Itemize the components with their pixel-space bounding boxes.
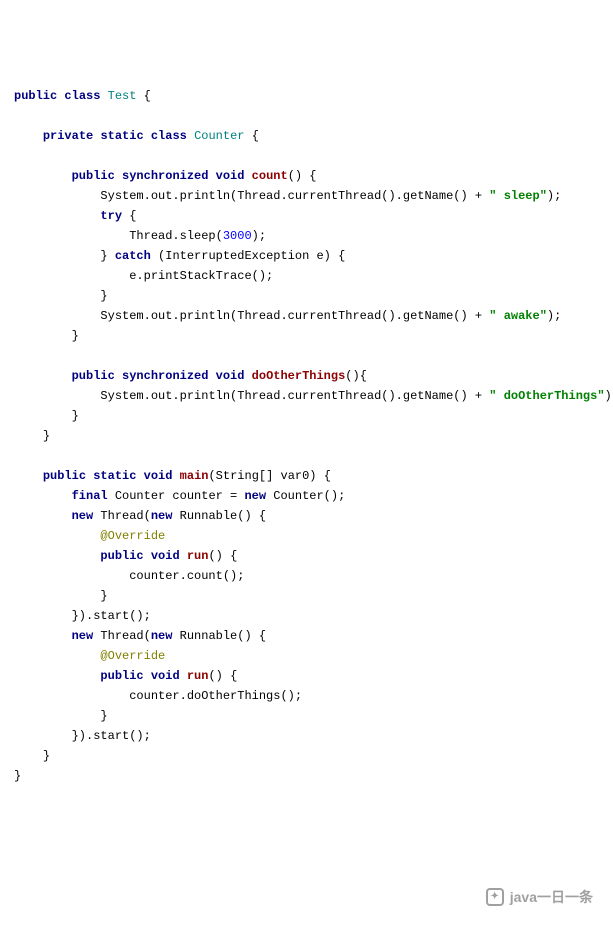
brace-open: { <box>122 209 136 223</box>
watermark-text: java一日一条 <box>510 887 593 907</box>
print-stack-trace: e.printStackTrace(); <box>129 269 273 283</box>
brace-open: { <box>136 89 150 103</box>
runnable-ctor: Runnable() { <box>172 509 266 523</box>
thread-sleep-call: Thread.sleep( <box>129 229 223 243</box>
thread-ctor: Thread( <box>93 629 151 643</box>
num-3000: 3000 <box>223 229 252 243</box>
parens-brace: () { <box>208 669 237 683</box>
close-paren: ); <box>547 189 561 203</box>
kw-static: static <box>100 129 143 143</box>
kw-new: new <box>151 629 173 643</box>
counter-count-call: counter.count(); <box>129 569 244 583</box>
kw-void: void <box>151 549 180 563</box>
kw-try: try <box>100 209 122 223</box>
wechat-icon: ✦ <box>486 888 504 906</box>
close-anon-start: }).start(); <box>72 609 151 623</box>
brace-close: } <box>100 289 107 303</box>
str-sleep: " sleep" <box>489 189 547 203</box>
println-call: System.out.println(Thread.currentThread(… <box>100 189 489 203</box>
kw-class: class <box>64 89 100 103</box>
brace-close: } <box>14 769 21 783</box>
kw-public: public <box>43 469 86 483</box>
kw-void: void <box>216 169 245 183</box>
kw-public: public <box>72 169 115 183</box>
method-main: main <box>180 469 209 483</box>
close-paren: ); <box>252 229 266 243</box>
code-block: public class Test { private static class… <box>14 86 599 786</box>
runnable-ctor: Runnable() { <box>172 629 266 643</box>
kw-public: public <box>72 369 115 383</box>
kw-public: public <box>14 89 57 103</box>
kw-new: new <box>244 489 266 503</box>
brace-close: } <box>100 249 107 263</box>
kw-class: class <box>151 129 187 143</box>
kw-new: new <box>72 509 94 523</box>
main-args: (String[] var0) { <box>208 469 330 483</box>
kw-synchronized: synchronized <box>122 169 208 183</box>
method-do-other-things: doOtherThings <box>252 369 346 383</box>
kw-public: public <box>100 549 143 563</box>
brace-close: } <box>72 329 79 343</box>
kw-static: static <box>93 469 136 483</box>
watermark: ✦ java一日一条 <box>486 887 593 907</box>
method-run: run <box>187 549 209 563</box>
str-do-other-things: " doOtherThings" <box>489 389 604 403</box>
println-call: System.out.println(Thread.currentThread(… <box>100 389 489 403</box>
counter-decl: Counter counter = <box>108 489 245 503</box>
brace-close: } <box>100 709 107 723</box>
kw-synchronized: synchronized <box>122 369 208 383</box>
brace-close: } <box>72 409 79 423</box>
parens-open-brace: (){ <box>345 369 367 383</box>
brace-close: } <box>100 589 107 603</box>
counter-ctor: Counter(); <box>266 489 345 503</box>
override-annotation: @Override <box>100 529 165 543</box>
type-counter: Counter <box>194 129 244 143</box>
kw-catch: catch <box>115 249 151 263</box>
kw-void: void <box>144 469 173 483</box>
str-awake: " awake" <box>489 309 547 323</box>
close-paren: ); <box>547 309 561 323</box>
parens-brace: () { <box>288 169 317 183</box>
println-call: System.out.println(Thread.currentThread(… <box>100 309 489 323</box>
kw-void: void <box>216 369 245 383</box>
override-annotation: @Override <box>100 649 165 663</box>
parens-brace: () { <box>208 549 237 563</box>
type-test: Test <box>108 89 137 103</box>
method-count: count <box>252 169 288 183</box>
brace-close: } <box>43 429 50 443</box>
catch-args: (InterruptedException e) { <box>151 249 345 263</box>
kw-void: void <box>151 669 180 683</box>
brace-open: { <box>245 129 259 143</box>
kw-final: final <box>72 489 108 503</box>
brace-close: } <box>43 749 50 763</box>
kw-new: new <box>72 629 94 643</box>
thread-ctor: Thread( <box>93 509 151 523</box>
method-run: run <box>187 669 209 683</box>
close-anon-start: }).start(); <box>72 729 151 743</box>
kw-new: new <box>151 509 173 523</box>
close-paren: ); <box>605 389 613 403</box>
kw-private: private <box>43 129 93 143</box>
kw-public: public <box>100 669 143 683</box>
